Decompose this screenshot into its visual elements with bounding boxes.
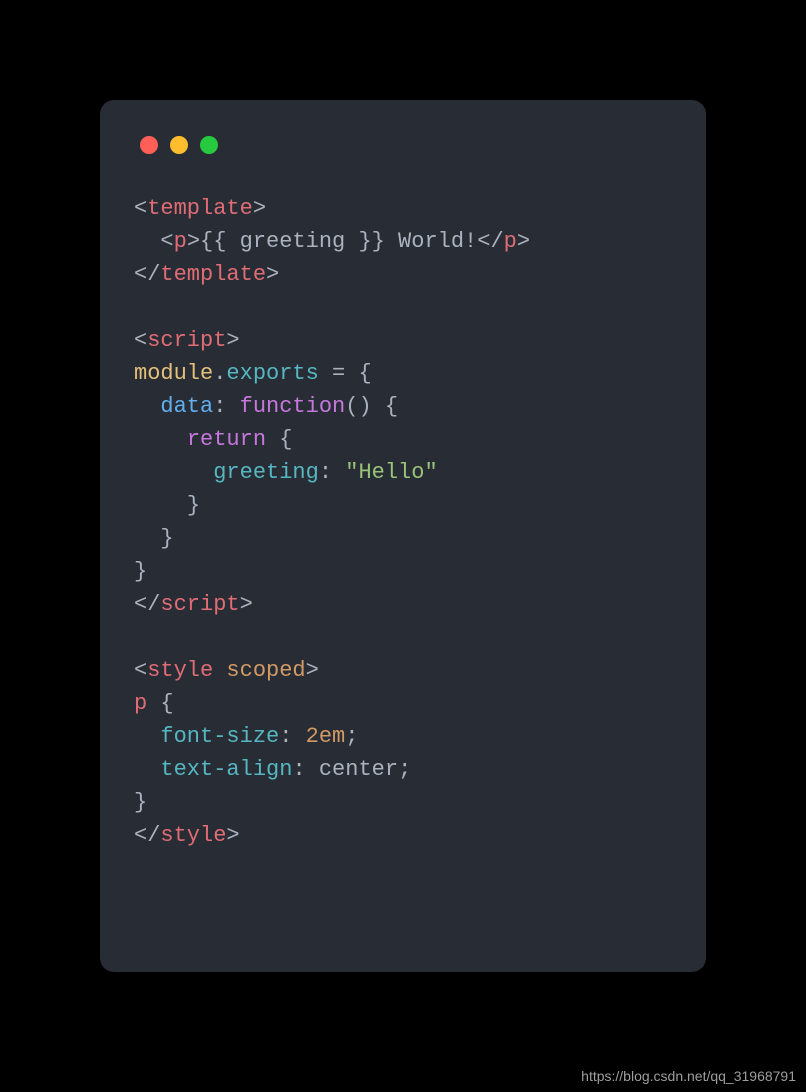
property-name: data [160, 394, 213, 419]
template-expression: {{ greeting }} World! [200, 229, 477, 254]
angle-bracket: </ [134, 592, 160, 617]
tag-name: style [160, 823, 226, 848]
tag-name: template [147, 196, 253, 221]
brace: { [147, 691, 173, 716]
semicolon: ; [398, 757, 411, 782]
angle-bracket: > [187, 229, 200, 254]
indent [134, 460, 213, 485]
tag-name: p [174, 229, 187, 254]
maximize-icon[interactable] [200, 136, 218, 154]
angle-bracket: < [134, 328, 147, 353]
tag-name: script [147, 328, 226, 353]
module-ident: module [134, 361, 213, 386]
angle-bracket: > [253, 196, 266, 221]
colon: : [279, 724, 305, 749]
brace: { [266, 427, 292, 452]
property-name: greeting [213, 460, 319, 485]
angle-bracket: > [517, 229, 530, 254]
brace: } [160, 526, 173, 551]
colon: : [292, 757, 318, 782]
angle-bracket: < [134, 658, 147, 683]
code-text: = { [319, 361, 372, 386]
angle-bracket: </ [477, 229, 503, 254]
minimize-icon[interactable] [170, 136, 188, 154]
indent [134, 526, 160, 551]
keyword: function [240, 394, 346, 419]
colon: : [319, 460, 345, 485]
tag-name: template [160, 262, 266, 287]
exports-ident: exports [226, 361, 318, 386]
angle-bracket: > [226, 328, 239, 353]
css-property: text-align [160, 757, 292, 782]
brace: } [187, 493, 200, 518]
code-window: <template> <p>{{ greeting }} World!</p> … [100, 100, 706, 972]
css-value: 2em [306, 724, 346, 749]
brace: } [134, 559, 147, 584]
colon: : [213, 394, 239, 419]
css-value: center [319, 757, 398, 782]
angle-bracket: </ [134, 823, 160, 848]
angle-bracket: > [226, 823, 239, 848]
traffic-lights [140, 136, 672, 154]
tag-name: style [147, 658, 213, 683]
indent [134, 757, 160, 782]
semicolon: ; [345, 724, 358, 749]
angle-bracket: > [306, 658, 319, 683]
angle-bracket: </ [134, 262, 160, 287]
code-block: <template> <p>{{ greeting }} World!</p> … [134, 192, 672, 852]
space [213, 658, 226, 683]
watermark-text: https://blog.csdn.net/qq_31968791 [581, 1068, 796, 1084]
indent [134, 427, 187, 452]
dot: . [213, 361, 226, 386]
tag-name: script [160, 592, 239, 617]
angle-bracket: > [266, 262, 279, 287]
attribute-name: scoped [226, 658, 305, 683]
indent [134, 229, 160, 254]
tag-name: p [504, 229, 517, 254]
brace: } [134, 790, 147, 815]
angle-bracket: < [134, 196, 147, 221]
close-icon[interactable] [140, 136, 158, 154]
parens: () { [345, 394, 398, 419]
css-property: font-size [160, 724, 279, 749]
angle-bracket: < [160, 229, 173, 254]
indent [134, 394, 160, 419]
string-literal: "Hello" [345, 460, 437, 485]
indent [134, 724, 160, 749]
indent [134, 493, 187, 518]
angle-bracket: > [240, 592, 253, 617]
keyword: return [187, 427, 266, 452]
css-selector: p [134, 691, 147, 716]
